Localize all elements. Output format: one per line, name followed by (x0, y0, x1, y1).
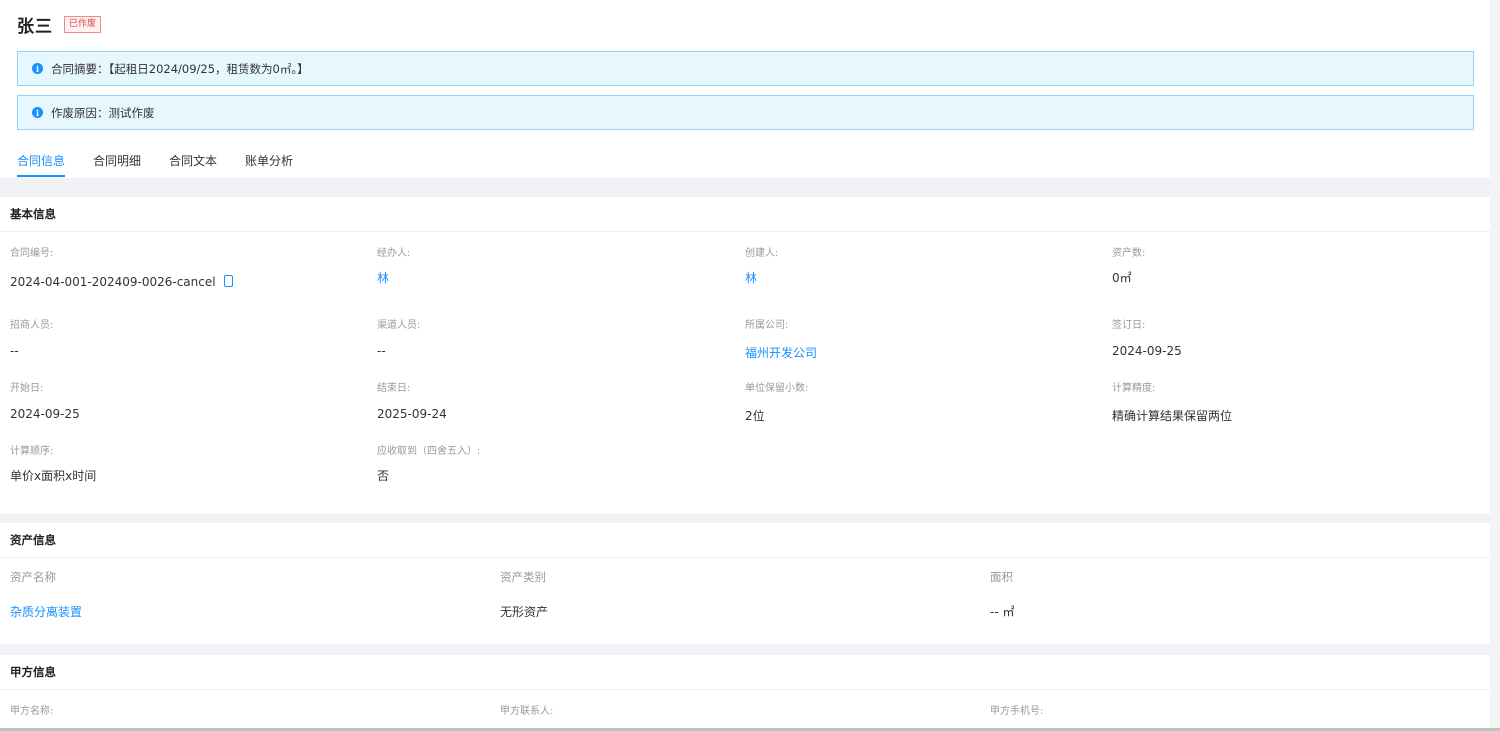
field-value: 0㎡ (1112, 271, 1132, 285)
field-label: 经办人: (377, 248, 411, 259)
handler-link[interactable]: 林 (377, 269, 410, 286)
field-sign-date: 签订日: 2024-09-25 (1112, 316, 1182, 358)
field-value: -- (10, 344, 19, 358)
info-icon: i (32, 107, 43, 118)
contract-detail-page: 张三 已作废 i 合同摘要：【起租日2024/09/25，租赁数为0㎡。】 i … (0, 0, 1490, 731)
asset-area-value: -- ㎡ (990, 605, 1015, 619)
field-value: 2024-09-25 (1112, 344, 1182, 358)
field-label: 所属公司: (745, 320, 789, 331)
creator-link[interactable]: 林 (745, 269, 778, 286)
field-contract-no: 合同编号: 2024-04-001-202409-0026-cancel (10, 244, 233, 289)
field-label: 开始日: (10, 383, 44, 394)
field-precision: 计算精度: 精确计算结果保留两位 (1112, 379, 1232, 424)
contract-no-value: 2024-04-001-202409-0026-cancel (10, 275, 216, 289)
void-reason-text: 作废原因：测试作废 (51, 105, 155, 120)
header-panel: 张三 已作废 i 合同摘要：【起租日2024/09/25，租赁数为0㎡。】 i … (0, 0, 1490, 178)
field-label: 招商人员: (10, 320, 54, 331)
field-end-date: 结束日: 2025-09-24 (377, 379, 447, 421)
field-label: 计算顺序: (10, 446, 54, 457)
summary-alert: i 合同摘要：【起租日2024/09/25，租赁数为0㎡。】 (17, 51, 1474, 86)
party-a-phone-label: 甲方手机号: (990, 706, 1044, 717)
page-title: 张三 (17, 17, 53, 37)
copy-icon[interactable] (223, 275, 233, 287)
tab-contract-text[interactable]: 合同文本 (169, 152, 217, 177)
party-a-info-card: 甲方信息 甲方名称: 甲方联系人: 甲方手机号: (0, 655, 1490, 731)
tab-bar: 合同信息 合同明细 合同文本 账单分析 (17, 152, 321, 177)
field-creator: 创建人: 林 (745, 244, 778, 286)
field-label: 资产数: (1112, 248, 1146, 259)
field-value: 否 (377, 469, 390, 483)
field-start-date: 开始日: 2024-09-25 (10, 379, 80, 421)
vertical-scrollbar[interactable] (1490, 0, 1500, 731)
field-label: 单位保留小数: (745, 383, 809, 394)
title-row: 张三 已作废 (17, 12, 102, 37)
field-channel: 渠道人员: -- (377, 316, 420, 358)
void-reason-alert: i 作废原因：测试作废 (17, 95, 1474, 130)
field-value: 2025-09-24 (377, 407, 447, 421)
party-a-name-label: 甲方名称: (10, 706, 54, 717)
tab-contract-detail[interactable]: 合同明细 (93, 152, 141, 177)
field-label: 应收取到（四舍五入）: (377, 446, 481, 457)
section-title: 基本信息 (0, 197, 1490, 232)
status-badge: 已作废 (64, 16, 102, 33)
field-label: 渠道人员: (377, 320, 421, 331)
field-handler: 经办人: 林 (377, 244, 410, 286)
field-label: 签订日: (1112, 320, 1146, 331)
field-company: 所属公司: 福州开发公司 (745, 316, 817, 361)
field-label: 计算精度: (1112, 383, 1156, 394)
asset-name-header: 资产名称 (10, 570, 56, 584)
field-merchant: 招商人员: -- (10, 316, 53, 358)
company-link[interactable]: 福州开发公司 (745, 344, 817, 361)
section-title: 甲方信息 (0, 655, 1490, 690)
tab-bill-analysis[interactable]: 账单分析 (245, 152, 293, 177)
field-label: 合同编号: (10, 248, 54, 259)
field-value: 单价x面积x时间 (10, 469, 97, 483)
asset-type-value: 无形资产 (500, 605, 549, 619)
field-value-row: 2024-04-001-202409-0026-cancel (10, 275, 233, 289)
field-value: 精确计算结果保留两位 (1112, 409, 1233, 423)
field-label: 结束日: (377, 383, 411, 394)
field-asset-count: 资产数: 0㎡ (1112, 244, 1145, 286)
info-icon: i (32, 63, 43, 74)
field-value: 2位 (745, 409, 765, 423)
asset-name-link[interactable]: 杂质分离装置 (10, 603, 82, 620)
field-value: -- (377, 344, 386, 358)
field-calc-order: 计算顺序: 单价x面积x时间 (10, 442, 96, 484)
basic-info-card: 基本信息 合同编号: 2024-04-001-202409-0026-cance… (0, 197, 1490, 514)
tab-contract-info[interactable]: 合同信息 (17, 152, 66, 177)
field-value: 2024-09-25 (10, 407, 80, 421)
field-label: 创建人: (745, 248, 779, 259)
asset-info-card: 资产信息 资产名称 资产类别 面积 杂质分离装置 无形资产 -- ㎡ (0, 523, 1490, 644)
party-a-contact-label: 甲方联系人: (500, 706, 554, 717)
summary-text: 合同摘要：【起租日2024/09/25，租赁数为0㎡。】 (51, 61, 309, 76)
field-rounding: 应收取到（四舍五入）: 否 (377, 442, 480, 484)
section-title: 资产信息 (0, 523, 1490, 558)
field-decimal: 单位保留小数: 2位 (745, 379, 808, 424)
asset-type-header: 资产类别 (500, 570, 546, 584)
asset-area-header: 面积 (990, 570, 1013, 584)
